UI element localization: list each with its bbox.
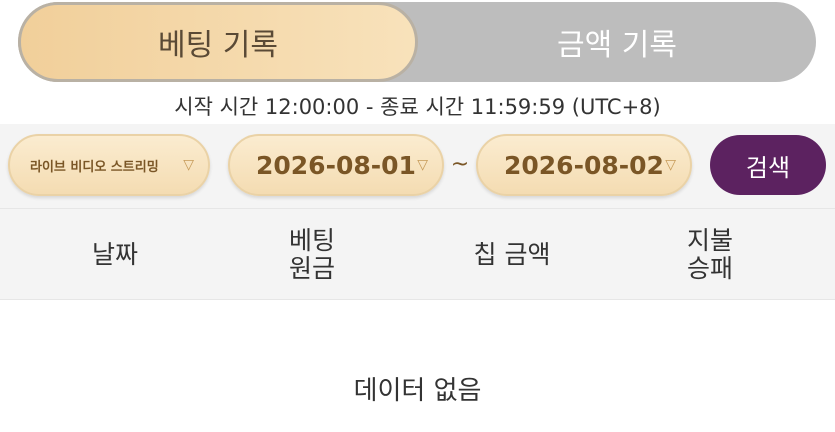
column-header-line: 원금	[288, 254, 335, 283]
column-header-line: 날짜	[91, 240, 138, 269]
start-date-value: 2026-08-01	[256, 150, 416, 180]
chevron-down-icon: ▽	[183, 157, 194, 173]
search-button[interactable]: 검색	[710, 135, 826, 195]
column-header-line: 지불	[686, 226, 733, 255]
empty-state-message: 데이터 없음	[353, 376, 482, 406]
start-date-select[interactable]: 2026-08-01 ▽	[228, 134, 444, 196]
end-date-select[interactable]: 2026-08-02 ▽	[476, 134, 692, 196]
tab-amount-records-label: 금액 기록	[557, 28, 677, 63]
chevron-down-icon: ▽	[417, 157, 428, 173]
column-header-bet-principal: 베팅 원금	[252, 209, 372, 301]
source-select-value: 라이브 비디오 스트리밍	[30, 159, 159, 175]
date-range-separator: ~	[450, 152, 470, 177]
end-date-value: 2026-08-02	[504, 150, 664, 180]
chevron-down-icon: ▽	[665, 157, 676, 173]
tab-betting-records[interactable]: 베팅 기록	[18, 2, 418, 82]
column-header-date: 날짜	[40, 209, 190, 301]
tab-betting-records-label: 베팅 기록	[158, 28, 278, 63]
column-header-payout-result: 지불 승패	[650, 209, 770, 301]
table-header: 날짜 베팅 원금 칩 금액 지불 승패	[0, 208, 835, 300]
column-header-chip-amount: 칩 금액	[442, 209, 582, 301]
column-header-line: 칩 금액	[473, 240, 551, 269]
record-tabs: 베팅 기록 금액 기록	[18, 2, 816, 82]
source-select[interactable]: 라이브 비디오 스트리밍 ▽	[8, 134, 210, 196]
column-header-line: 승패	[686, 254, 733, 283]
column-header-line: 베팅	[288, 226, 335, 255]
time-range-note: 시작 시간 12:00:00 - 종료 시간 11:59:59 (UTC+8)	[174, 95, 661, 119]
search-button-label: 검색	[745, 153, 791, 182]
filter-bar: 라이브 비디오 스트리밍 ▽ 2026-08-01 ▽ ~ 2026-08-02…	[0, 124, 835, 208]
tab-amount-records[interactable]: 금액 기록	[418, 2, 816, 82]
